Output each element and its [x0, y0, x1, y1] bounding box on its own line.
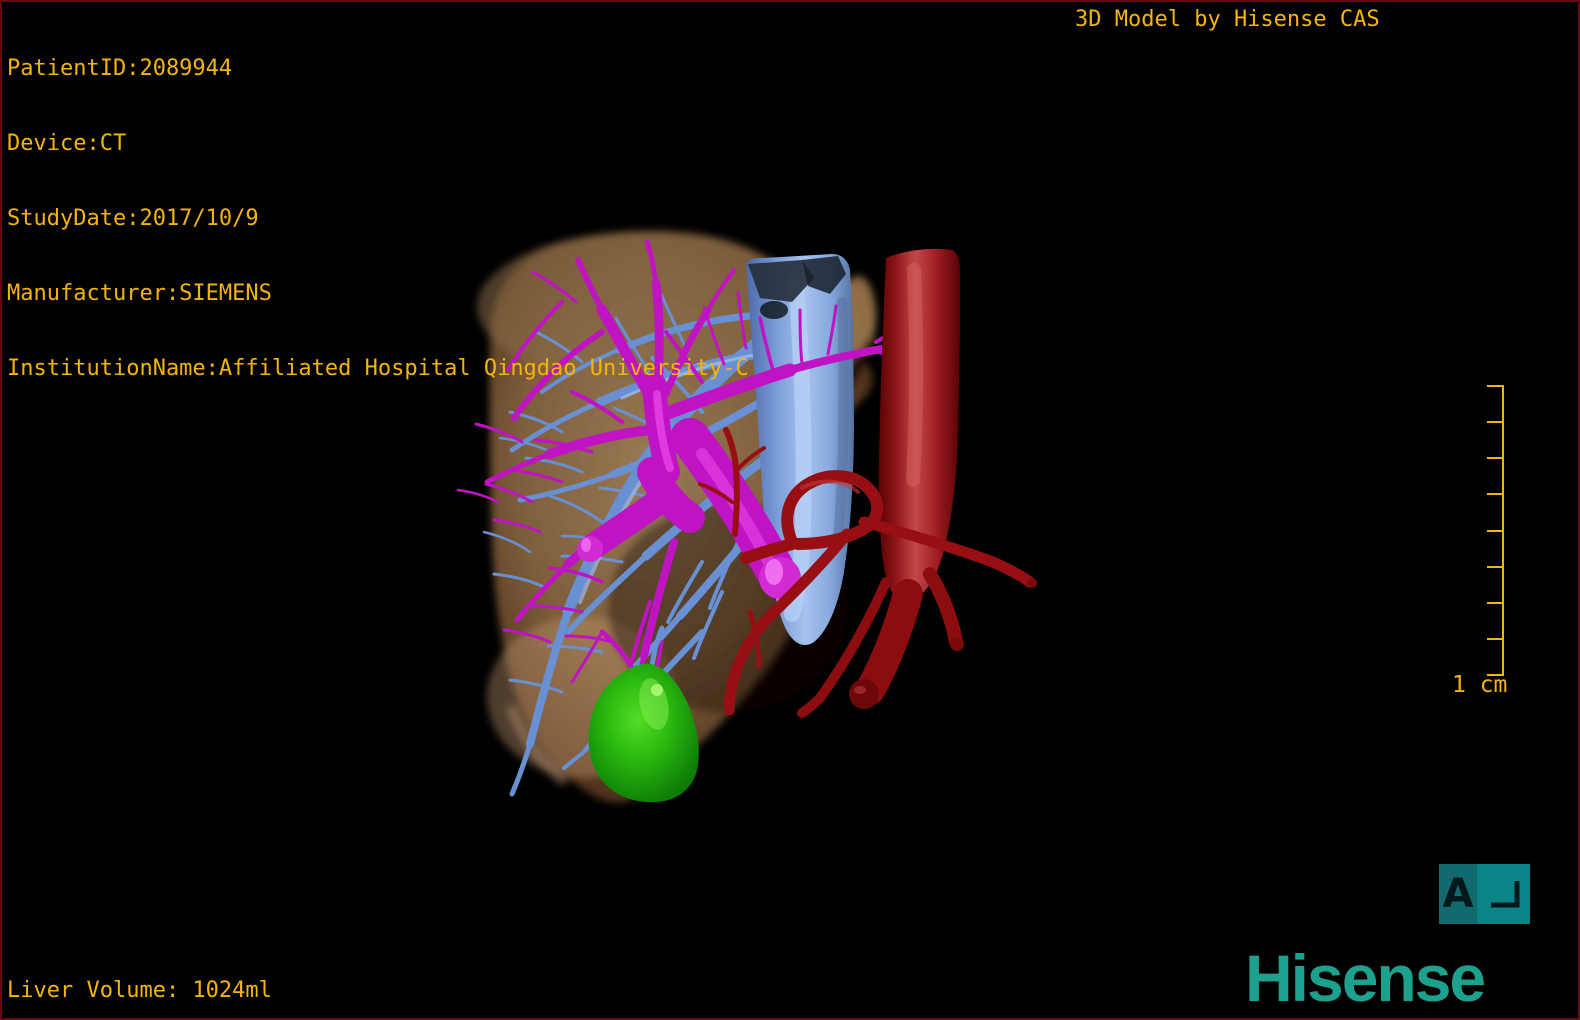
- liver-volume-label: Liver Volume: 1024ml: [7, 978, 272, 1003]
- application-window: PatientID:2089944 Device:CT StudyDate:20…: [0, 0, 1580, 1020]
- institution-line: InstitutionName:Affiliated Hospital Qing…: [7, 356, 749, 381]
- patient-info-block: PatientID:2089944 Device:CT StudyDate:20…: [7, 6, 749, 431]
- scale-tick: [1487, 530, 1502, 532]
- watermark-title: 3D Model by Hisense CAS: [1075, 7, 1380, 32]
- patient-id-line: PatientID:2089944: [7, 56, 233, 81]
- scale-tick: [1487, 638, 1502, 640]
- scale-tick: [1487, 421, 1502, 423]
- ivc-shade: [833, 297, 849, 547]
- scale-tick: [1487, 457, 1502, 459]
- scale-tick: [1487, 385, 1502, 387]
- device-line: Device:CT: [7, 131, 127, 156]
- artery-cut-cap: [950, 637, 964, 651]
- ivc-dark-patch: [760, 301, 788, 319]
- artery-tip: [1027, 578, 1037, 588]
- orientation-letter: A: [1442, 871, 1474, 917]
- artery-cut-cap: [849, 679, 879, 709]
- scale-bar: [1486, 385, 1504, 676]
- gallbladder-spot: [651, 684, 663, 696]
- orientation-face-side: [1477, 864, 1530, 924]
- scale-tick: [1487, 602, 1502, 604]
- orientation-face-anterior: A: [1439, 864, 1477, 924]
- scale-bar-label: 1 cm: [1452, 672, 1508, 698]
- aorta-highlight: [906, 263, 924, 487]
- corner-glyph-icon: [1490, 881, 1519, 908]
- scale-tick: [1487, 566, 1502, 568]
- scale-tick: [1487, 493, 1502, 495]
- hisense-logo: Hisense: [1245, 941, 1486, 1015]
- manufacturer-line: Manufacturer:SIEMENS: [7, 281, 272, 306]
- study-date-line: StudyDate:2017/10/9: [7, 206, 259, 231]
- orientation-cube[interactable]: A: [1439, 864, 1530, 924]
